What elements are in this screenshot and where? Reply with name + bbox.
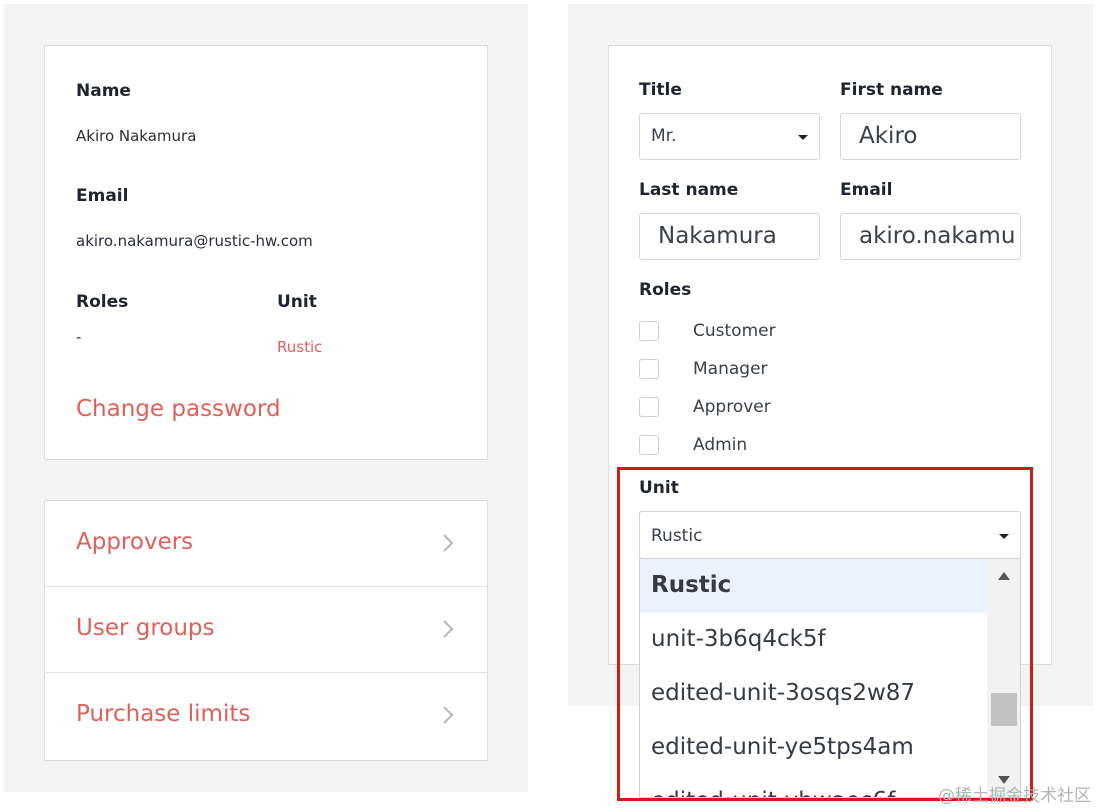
unit-label: Unit [277,292,317,312]
email-input-value: akiro.nakamura@rustic-hw.com [859,223,1016,249]
nav-item-label: Approvers [76,529,194,555]
nav-item-label: User groups [76,615,215,641]
chevron-right-icon [443,620,454,638]
unit-option-rustic[interactable]: Rustic [640,559,987,613]
unit-option[interactable]: edited-unit-ye5tps4am [640,721,987,775]
email-label: Email [840,180,893,200]
email-input[interactable]: akiro.nakamura@rustic-hw.com [840,213,1021,260]
admin-checkbox-label: Admin [693,435,748,455]
email-value: akiro.nakamura@rustic-hw.com [76,232,313,250]
watermark: @稀土掘金技术社区 [938,786,1091,806]
unit-option-label: edited-unit-yhwaec6f [651,788,895,797]
approver-checkbox-label: Approver [693,397,771,417]
unit-option-label: unit-3b6q4ck5f [651,626,826,652]
scrollbar-thumb[interactable] [991,693,1017,726]
unit-option[interactable]: edited-unit-yhwaec6f [640,775,987,797]
unit-option[interactable]: unit-3b6q4ck5f [640,613,987,667]
caret-down-icon [798,135,808,140]
title-select[interactable]: Mr. [639,113,820,160]
change-password-link[interactable]: Change password [76,396,281,422]
nav-item-label: Purchase limits [76,701,251,727]
name-label: Name [76,81,131,101]
nav-item-purchase-limits[interactable]: Purchase limits [45,673,487,759]
first-name-input-value: Akiro [859,123,918,149]
roles-label: Roles [76,292,129,312]
chevron-right-icon [443,534,454,552]
unit-dropdown-list: Rustic unit-3b6q4ck5f edited-unit-3osqs2… [639,558,1021,798]
first-name-label: First name [840,80,943,100]
customer-checkbox[interactable] [639,321,659,341]
last-name-input[interactable]: Nakamura [639,213,820,260]
unit-select[interactable]: Rustic [639,511,1021,559]
unit-option[interactable]: edited-unit-3osqs2w87 [640,667,987,721]
customer-checkbox-label: Customer [693,321,776,341]
roles-label: Roles [639,280,692,300]
roles-value: - [76,328,82,346]
nav-item-approvers[interactable]: Approvers [45,501,487,587]
unit-label: Unit [639,478,679,498]
title-label: Title [639,80,682,100]
approver-checkbox[interactable] [639,397,659,417]
unit-option-label: Rustic [651,572,732,598]
title-select-value: Mr. [651,126,677,146]
unit-option-label: edited-unit-3osqs2w87 [651,680,916,706]
related-links-card: Approvers User groups Purchase limits [44,500,488,761]
manager-checkbox[interactable] [639,359,659,379]
chevron-right-icon [443,706,454,724]
name-value: Akiro Nakamura [76,127,197,145]
email-label: Email [76,186,129,206]
manager-checkbox-label: Manager [693,359,768,379]
unit-link[interactable]: Rustic [277,338,322,356]
admin-checkbox[interactable] [639,435,659,455]
scroll-up-arrow-icon[interactable] [997,571,1011,581]
caret-down-icon [999,534,1009,539]
user-details-card: Name Akiro Nakamura Email akiro.nakamura… [44,45,488,460]
last-name-label: Last name [639,180,739,200]
dropdown-scrollbar[interactable] [987,559,1020,797]
first-name-input[interactable]: Akiro [840,113,1021,160]
unit-option-label: edited-unit-ye5tps4am [651,734,914,760]
nav-item-user-groups[interactable]: User groups [45,587,487,673]
last-name-input-value: Nakamura [658,223,777,249]
unit-select-value: Rustic [651,526,703,546]
